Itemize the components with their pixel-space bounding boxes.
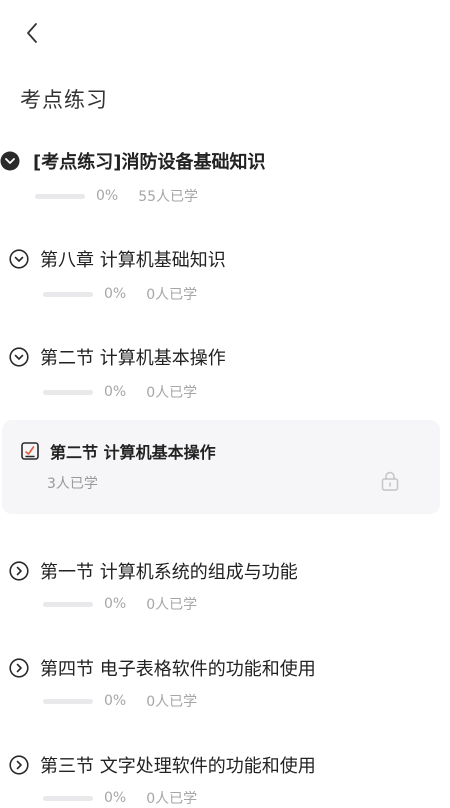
progress-percent: 0%	[104, 596, 127, 612]
progress-bar	[43, 291, 93, 297]
lesson-learner-count: 3人已学	[47, 476, 98, 492]
progress-percent: 0%	[104, 693, 127, 709]
learner-count: 0人已学	[146, 791, 198, 807]
lock-icon	[381, 471, 399, 491]
learner-count: 0人已学	[146, 385, 198, 401]
section-title: 第八章 计算机基础知识	[40, 250, 226, 271]
progress-percent: 0%	[104, 286, 127, 302]
root-title: [考点练习]消防设备基础知识	[33, 152, 266, 173]
learner-count: 0人已学	[146, 597, 198, 613]
lesson-card[interactable]: 第二节 计算机基本操作 3人已学	[2, 420, 440, 514]
progress-bar	[35, 193, 85, 199]
page-title: 考点练习	[20, 88, 108, 112]
learner-count: 0人已学	[146, 287, 198, 303]
section-title: 第一节 计算机系统的组成与功能	[40, 562, 298, 583]
chevron-down-circle-icon[interactable]	[9, 249, 29, 269]
back-icon[interactable]	[18, 18, 48, 48]
section-title: 第二节 计算机基本操作	[40, 348, 226, 369]
chevron-right-circle-icon[interactable]	[9, 755, 29, 775]
progress-percent: 0%	[96, 188, 119, 204]
section-title: 第四节 电子表格软件的功能和使用	[40, 659, 316, 680]
chevron-right-circle-icon[interactable]	[9, 561, 29, 581]
section-title: 第三节 文字处理软件的功能和使用	[40, 756, 316, 777]
progress-bar	[43, 698, 93, 704]
chevron-down-circle-filled-icon[interactable]	[0, 151, 20, 171]
progress-percent: 0%	[104, 790, 127, 806]
exercise-document-icon	[21, 442, 39, 460]
progress-percent: 0%	[104, 384, 127, 400]
chevron-down-circle-icon[interactable]	[9, 347, 29, 367]
learner-count: 0人已学	[146, 694, 198, 710]
progress-bar	[43, 389, 93, 395]
progress-bar	[43, 601, 93, 607]
learner-count: 55人已学	[138, 189, 199, 205]
chevron-right-circle-icon[interactable]	[9, 658, 29, 678]
lesson-title: 第二节 计算机基本操作	[50, 443, 216, 462]
